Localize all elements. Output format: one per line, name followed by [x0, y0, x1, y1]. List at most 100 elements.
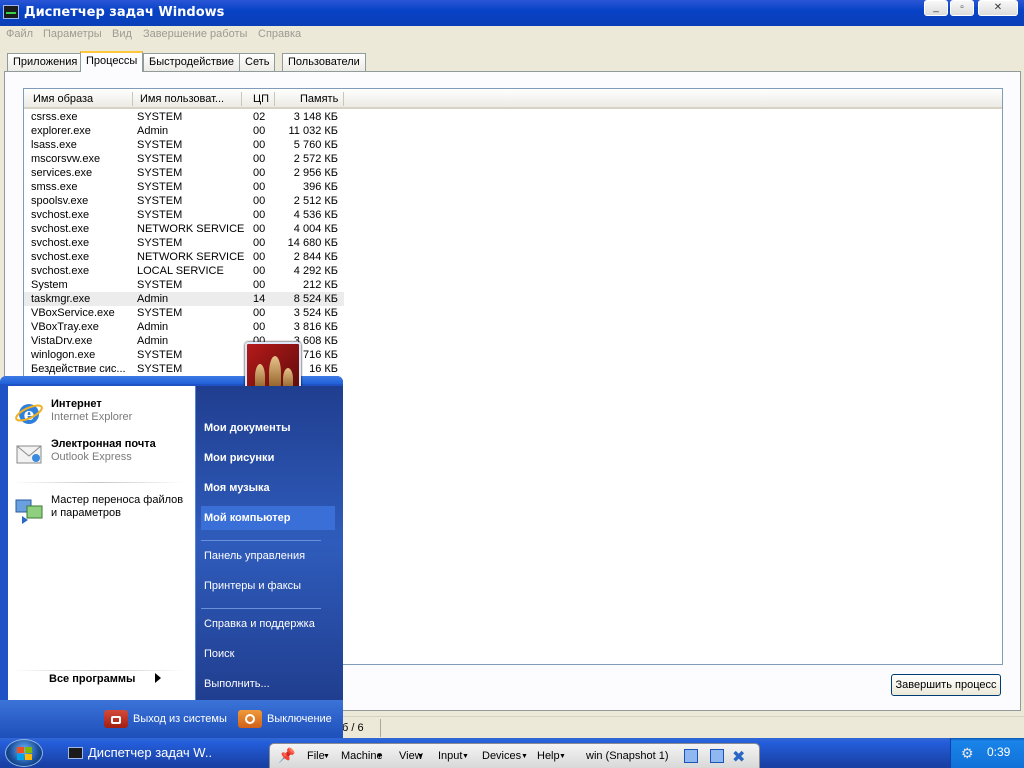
menu-item-help-support[interactable]: Справка и поддержка: [201, 612, 335, 636]
logoff-label: Выход из системы: [133, 713, 227, 725]
maximize-button[interactable]: ▫: [950, 0, 974, 16]
column-user-name[interactable]: Имя пользоват...: [140, 93, 224, 105]
process-memory: 396 КБ: [302, 181, 338, 193]
table-row[interactable]: System SYSTEM 00 212 КБ: [24, 278, 344, 292]
tab-performance[interactable]: Быстродействие: [143, 53, 240, 71]
vbox-menu-help[interactable]: Help: [537, 750, 560, 762]
process-cpu: 14: [253, 293, 266, 305]
pinned-item-email[interactable]: Электронная почта Outlook Express: [8, 434, 188, 470]
recent-item-transfer-wizard[interactable]: Мастер переноса файлов и параметров: [8, 490, 188, 526]
start-button[interactable]: [0, 738, 46, 768]
chevron-down-icon: ▼: [376, 753, 383, 760]
close-vm-icon[interactable]: ✖: [732, 747, 745, 767]
vbox-menu-input[interactable]: Input: [438, 750, 462, 762]
process-name: spoolsv.exe: [31, 195, 89, 207]
process-name: services.exe: [31, 167, 93, 179]
column-cpu[interactable]: ЦП: [253, 93, 269, 105]
tab-applications[interactable]: Приложения: [7, 53, 84, 71]
window-title: Диспетчер задач Windows: [24, 5, 225, 20]
process-cpu: 00: [253, 265, 266, 277]
vbox-mini-toolbar: 📌 File ▼ Machine ▼ View ▼ Input ▼ Device…: [269, 743, 760, 768]
clock[interactable]: 0:39: [987, 745, 1010, 759]
table-row[interactable]: svchost.exe NETWORK SERVICE 00 4 004 КБ: [24, 222, 344, 236]
shutdown-button[interactable]: Выключение: [238, 710, 332, 730]
table-row[interactable]: taskmgr.exe Admin 14 8 524 КБ: [24, 292, 344, 306]
table-row[interactable]: services.exe SYSTEM 00 2 956 КБ: [24, 166, 344, 180]
process-memory: 2 512 КБ: [293, 195, 338, 207]
menu-options[interactable]: Параметры: [43, 28, 102, 40]
process-name: svchost.exe: [31, 223, 90, 235]
process-cpu: 00: [253, 307, 266, 319]
arrow-right-icon: [155, 673, 161, 683]
network-tray-icon[interactable]: ⚙: [961, 745, 977, 761]
menu-item-my-music[interactable]: Моя музыка: [201, 476, 335, 500]
title-bar[interactable]: Диспетчер задач Windows _ ▫ ✕: [0, 0, 1024, 26]
status-process-count: б / 6: [342, 722, 364, 734]
table-row[interactable]: svchost.exe SYSTEM 00 4 536 КБ: [24, 208, 344, 222]
process-user: SYSTEM: [137, 279, 183, 291]
chevron-down-icon: ▼: [417, 753, 424, 760]
table-row[interactable]: explorer.exe Admin 00 11 032 КБ: [24, 124, 344, 138]
transfer-wizard-icon: [14, 494, 46, 524]
process-name: svchost.exe: [31, 265, 90, 277]
column-memory[interactable]: Память: [300, 93, 338, 105]
table-row[interactable]: svchost.exe NETWORK SERVICE 00 2 844 КБ: [24, 250, 344, 264]
menu-file[interactable]: Файл: [6, 28, 33, 40]
process-name: svchost.exe: [31, 251, 90, 263]
table-row[interactable]: smss.exe SYSTEM 00 396 КБ: [24, 180, 344, 194]
process-user: SYSTEM: [137, 139, 183, 151]
shutdown-label: Выключение: [267, 713, 332, 725]
vbox-menu-devices[interactable]: Devices: [482, 750, 521, 762]
restore-vm-icon[interactable]: [710, 749, 724, 763]
process-cpu: 00: [253, 279, 266, 291]
process-memory: 3 148 КБ: [293, 111, 338, 123]
column-image-name[interactable]: Имя образа: [33, 93, 93, 105]
pin-icon[interactable]: 📌: [278, 747, 295, 763]
end-process-button[interactable]: Завершить процесс: [891, 674, 1001, 696]
internet-explorer-icon: e: [14, 398, 46, 428]
menu-shutdown[interactable]: Завершение работы: [143, 28, 247, 40]
process-cpu: 00: [253, 321, 266, 333]
pinned-item-internet[interactable]: e Интернет Internet Explorer: [8, 394, 188, 430]
process-user: SYSTEM: [137, 349, 183, 361]
tab-users[interactable]: Пользователи: [282, 53, 366, 71]
menu-item-my-documents[interactable]: Мои документы: [201, 416, 335, 440]
menu-item-my-pictures[interactable]: Мои рисунки: [201, 446, 335, 470]
process-name: mscorsvw.exe: [31, 153, 101, 165]
close-button[interactable]: ✕: [978, 0, 1018, 16]
process-memory: 212 КБ: [302, 279, 338, 291]
all-programs-button[interactable]: Все программы: [8, 668, 195, 692]
menu-item-control-panel[interactable]: Панель управления: [201, 544, 335, 568]
table-row[interactable]: VBoxTray.exe Admin 00 3 816 КБ: [24, 320, 344, 334]
taskbar-item-task-manager[interactable]: Диспетчер задач W...: [62, 740, 212, 766]
logoff-button[interactable]: Выход из системы: [104, 710, 227, 730]
system-tray: ⚙ 0:39: [950, 738, 1024, 768]
menu-item-printers-faxes[interactable]: Принтеры и факсы: [201, 574, 335, 598]
menu-item-my-computer[interactable]: Мой компьютер: [201, 506, 335, 530]
start-menu: e Интернет Internet Explorer Электронная…: [0, 342, 343, 738]
process-memory: 14 680 КБ: [287, 237, 338, 249]
process-name: lsass.exe: [31, 139, 77, 151]
table-row[interactable]: svchost.exe LOCAL SERVICE 00 4 292 КБ: [24, 264, 344, 278]
minimize-vm-icon[interactable]: [684, 749, 698, 763]
table-row[interactable]: svchost.exe SYSTEM 00 14 680 КБ: [24, 236, 344, 250]
table-row[interactable]: VBoxService.exe SYSTEM 00 3 524 КБ: [24, 306, 344, 320]
minimize-button[interactable]: _: [924, 0, 948, 16]
chevron-down-icon: ▼: [323, 753, 330, 760]
list-header: Имя образа Имя пользоват... ЦП Память: [24, 89, 1002, 109]
menu-view[interactable]: Вид: [112, 28, 132, 40]
tab-network[interactable]: Сеть: [239, 53, 276, 71]
menu-help[interactable]: Справка: [258, 28, 301, 40]
all-programs-label: Все программы: [49, 673, 136, 685]
tab-processes[interactable]: Процессы: [80, 51, 144, 72]
menu-item-run[interactable]: Выполнить...: [201, 672, 335, 696]
process-memory: 2 572 КБ: [293, 153, 338, 165]
table-row[interactable]: csrss.exe SYSTEM 02 3 148 КБ: [24, 110, 344, 124]
table-row[interactable]: spoolsv.exe SYSTEM 00 2 512 КБ: [24, 194, 344, 208]
divider: [201, 608, 321, 609]
table-row[interactable]: lsass.exe SYSTEM 00 5 760 КБ: [24, 138, 344, 152]
process-memory: 5 760 КБ: [293, 139, 338, 151]
table-row[interactable]: mscorsvw.exe SYSTEM 00 2 572 КБ: [24, 152, 344, 166]
chevron-down-icon: ▼: [559, 753, 566, 760]
menu-item-search[interactable]: Поиск: [201, 642, 335, 666]
